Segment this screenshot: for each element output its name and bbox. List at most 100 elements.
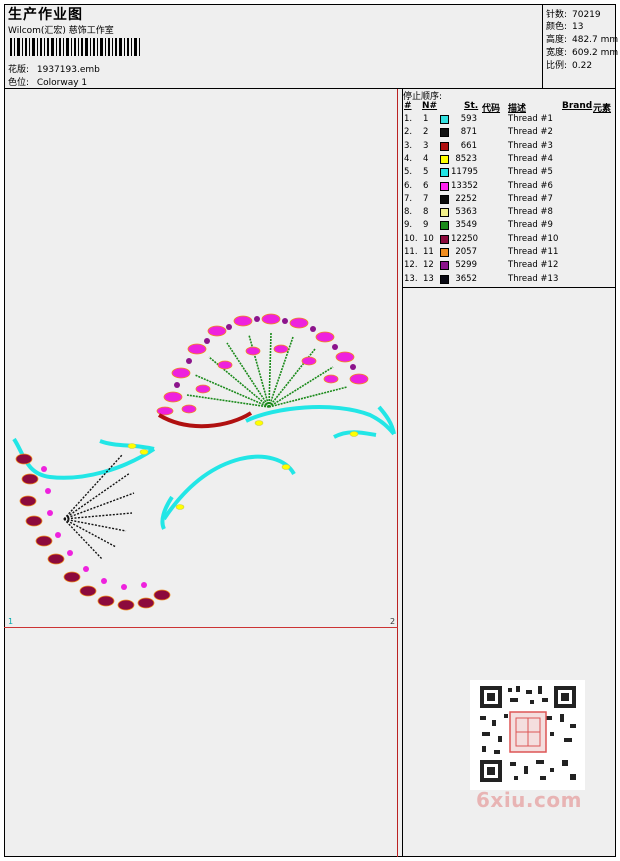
thread-description: Thread #10 (508, 233, 559, 244)
corner-marker-right: 2 (390, 617, 396, 626)
thread-color-swatch (440, 181, 449, 191)
thread-stitch-count: 13352 (451, 180, 479, 191)
col-header-element: 元素 (593, 104, 612, 114)
thread-color-swatch (440, 234, 449, 244)
thread-number: 7 (423, 193, 429, 204)
stat-width: 宽度: 609.2 mm (546, 45, 618, 58)
stat-height-label: 高度: (546, 35, 568, 45)
colorway-row: 色位: Colorway 1 (8, 75, 87, 88)
stat-colors: 颜色: 13 (546, 19, 583, 32)
stat-scale-value: 0.22 (572, 61, 593, 71)
thread-index: 5. (404, 167, 413, 178)
stat-height: 高度: 482.7 mm (546, 32, 618, 45)
thread-row[interactable]: 8. 8 5363 Thread #8 (403, 207, 613, 220)
thread-number: 5 (423, 167, 429, 178)
thread-stitch-count: 8523 (455, 153, 477, 164)
thread-color-swatch (440, 154, 449, 164)
thread-color-swatch (440, 208, 449, 218)
thread-stitch-count: 5299 (455, 260, 477, 271)
bottom-fan-flower (15, 453, 171, 611)
thread-description: Thread #7 (508, 193, 553, 204)
stat-height-value: 482.7 mm (572, 35, 619, 45)
stat-colors-value: 13 (572, 22, 584, 32)
thread-row[interactable]: 9. 9 3549 Thread #9 (403, 220, 613, 233)
thread-number: 12 (423, 260, 434, 271)
thread-number: 10 (423, 233, 434, 244)
thread-row[interactable]: 4. 4 8523 Thread #4 (403, 154, 613, 167)
thread-color-swatch (440, 274, 449, 284)
thread-number: 9 (423, 220, 429, 231)
thread-stitch-count: 2252 (455, 193, 477, 204)
thread-row[interactable]: 6. 6 13352 Thread #6 (403, 181, 613, 194)
studio-subtitle: Wilcom(汇宏) 慈饰工作室 (8, 26, 114, 36)
stat-width-value: 609.2 mm (572, 48, 619, 58)
barcode-icon (10, 38, 140, 56)
col-header-code: 代码 (482, 104, 501, 114)
thread-row[interactable]: 11. 11 2057 Thread #11 (403, 247, 613, 260)
thread-stitch-count: 3549 (455, 220, 477, 231)
thread-stitch-count: 593 (460, 114, 477, 124)
thread-description: Thread #12 (508, 260, 559, 271)
col-header-stitches: St. (464, 101, 479, 111)
thread-row[interactable]: 3. 3 661 Thread #3 (403, 141, 613, 154)
page-boundary-red (397, 89, 398, 857)
thread-stitch-count: 2057 (455, 247, 477, 257)
thread-number: 3 (423, 140, 429, 151)
thread-row[interactable]: 13. 13 3652 Thread #13 (403, 274, 613, 287)
cyan-scroll-right (245, 405, 396, 439)
thread-color-swatch (440, 248, 449, 257)
thread-number: 4 (423, 153, 429, 164)
thread-color-swatch (440, 168, 449, 178)
watermark-site-text: 6xiu.com (476, 788, 582, 812)
design-file-label: 花版: (8, 65, 30, 75)
thread-index: 9. (404, 220, 413, 231)
thread-description: Thread #5 (508, 167, 553, 178)
thread-index: 3. (404, 140, 413, 151)
hoop-boundary-line (4, 627, 398, 628)
thread-index: 12. (404, 260, 418, 271)
embroidery-design-preview[interactable] (4, 89, 398, 857)
design-file-row: 花版: 1937193.emb (8, 62, 100, 75)
thread-description: Thread #6 (508, 180, 553, 191)
thread-row[interactable]: 5. 5 11795 Thread #5 (403, 167, 613, 180)
thread-description: Thread #4 (508, 153, 553, 164)
thread-index: 8. (404, 207, 413, 218)
thread-number: 1 (423, 114, 429, 124)
thread-row[interactable]: 10. 10 12250 Thread #10 (403, 234, 613, 247)
thread-stitch-count: 5363 (455, 207, 477, 218)
corner-marker-left: 1 (8, 617, 14, 626)
thread-description: Thread #11 (508, 247, 559, 257)
thread-index: 13. (404, 273, 418, 284)
stat-scale-label: 比例: (546, 61, 568, 71)
thread-color-swatch (440, 194, 449, 204)
thread-color-swatch (440, 221, 449, 231)
thread-index: 2. (404, 127, 413, 138)
thread-row[interactable]: 12. 12 5299 Thread #12 (403, 260, 613, 273)
thread-color-swatch (440, 115, 449, 124)
thread-index: 4. (404, 153, 413, 164)
col-header-number: N# (422, 101, 438, 111)
thread-stitch-count: 871 (460, 127, 477, 138)
thread-index: 1. (404, 114, 413, 124)
design-file-value: 1937193.emb (36, 65, 100, 75)
thread-row[interactable]: 7. 7 2252 Thread #7 (403, 194, 613, 207)
stat-width-label: 宽度: (546, 48, 568, 58)
thread-description: Thread #1 (508, 114, 553, 124)
thread-description: Thread #9 (508, 220, 553, 231)
thread-number: 6 (423, 180, 429, 191)
thread-number: 2 (423, 127, 429, 138)
col-header-brand: Brand (562, 101, 593, 111)
colorway-value: Colorway 1 (36, 78, 88, 88)
thread-description: Thread #2 (508, 127, 553, 138)
col-header-index: # (404, 101, 412, 111)
thread-index: 11. (404, 247, 418, 257)
thread-number: 8 (423, 207, 429, 218)
thread-row[interactable]: 1. 1 593 Thread #1 (403, 114, 613, 127)
thread-row[interactable]: 2. 2 871 Thread #2 (403, 127, 613, 140)
cyan-scroll-lower (160, 454, 296, 530)
qr-code-icon (470, 680, 585, 790)
thread-stitch-count: 11795 (451, 167, 479, 178)
thread-description: Thread #13 (508, 273, 559, 284)
thread-color-swatch (440, 261, 449, 271)
thread-stitch-count: 3652 (455, 273, 477, 284)
